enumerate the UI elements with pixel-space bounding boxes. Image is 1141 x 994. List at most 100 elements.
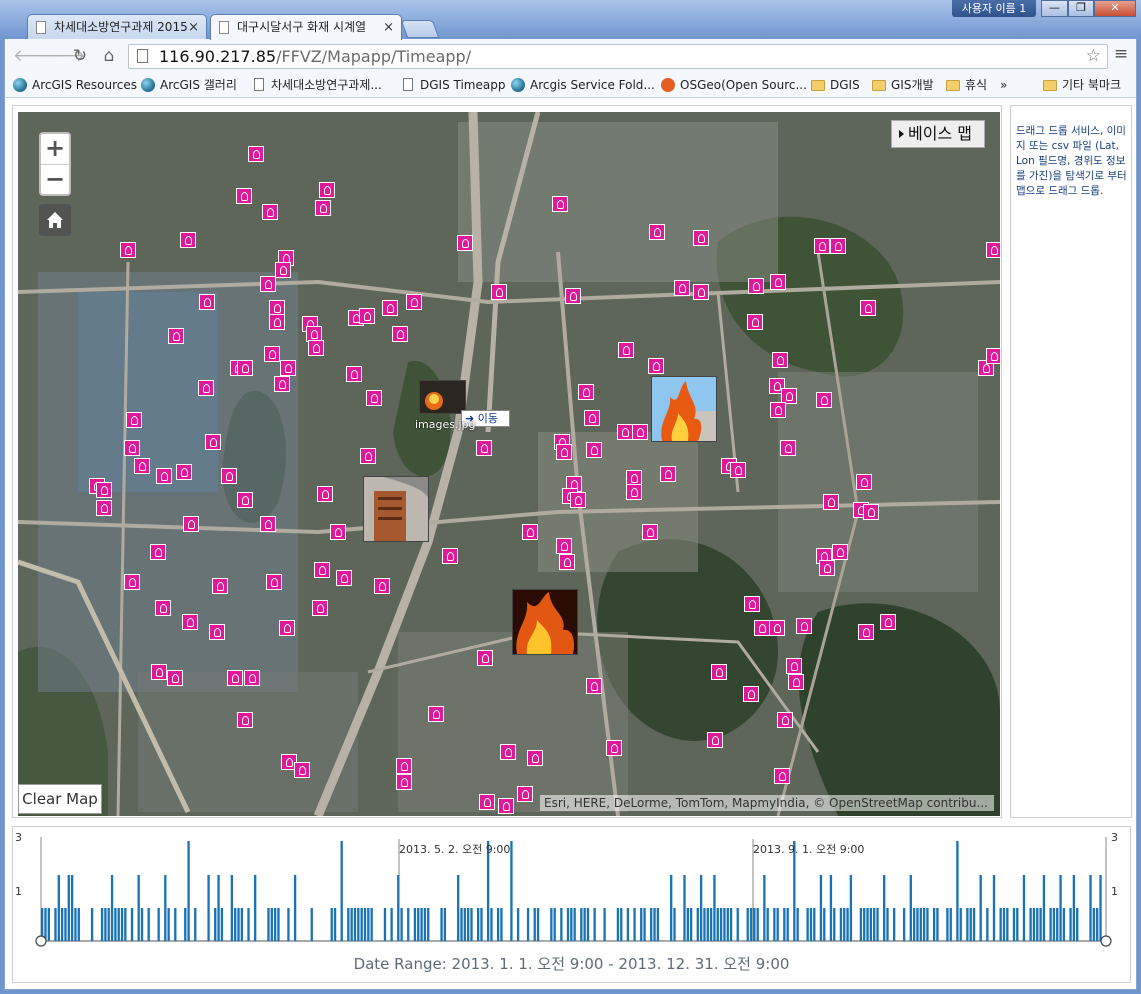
fire-marker-icon[interactable] [134,458,150,474]
fire-marker-icon[interactable] [275,262,291,278]
fire-marker-icon[interactable] [260,516,276,532]
fire-marker-icon[interactable] [359,308,375,324]
fire-marker-icon[interactable] [707,732,723,748]
fire-marker-icon[interactable] [788,674,804,690]
fire-marker-icon[interactable] [262,204,278,220]
fire-marker-icon[interactable] [796,618,812,634]
fire-marker-icon[interactable] [500,744,516,760]
fire-marker-icon[interactable] [176,464,192,480]
fire-marker-icon[interactable] [346,366,362,382]
fire-marker-icon[interactable] [237,360,253,376]
fire-marker-icon[interactable] [747,314,763,330]
fire-marker-icon[interactable] [221,468,237,484]
reload-icon[interactable]: ↻ [69,45,91,67]
bookmark-folder-rest[interactable]: 휴식 [946,77,987,93]
fire-marker-icon[interactable] [527,750,543,766]
zoom-out-button[interactable]: − [41,165,69,195]
fire-marker-icon[interactable] [477,650,493,666]
fire-marker-icon[interactable] [124,440,140,456]
fire-marker-icon[interactable] [151,664,167,680]
fire-marker-icon[interactable] [777,712,793,728]
tab-research-project[interactable]: 차세대소방연구과제 2015 × [27,14,207,39]
fire-marker-icon[interactable] [556,538,572,554]
fire-marker-icon[interactable] [860,300,876,316]
forward-icon[interactable]: 🡒 [40,45,86,67]
fire-marker-icon[interactable] [863,504,879,520]
home-extent-button[interactable] [39,204,71,236]
fire-marker-icon[interactable] [199,294,215,310]
fire-marker-icon[interactable] [660,466,676,482]
fire-marker-icon[interactable] [180,232,196,248]
fire-marker-icon[interactable] [442,548,458,564]
clear-map-button[interactable]: Clear Map [18,784,102,814]
fire-marker-icon[interactable] [266,574,282,590]
fire-marker-icon[interactable] [227,670,243,686]
home-icon[interactable]: ⌂ [98,45,120,67]
bookmark-research-project[interactable]: 차세대소방연구과제... [252,77,382,93]
fire-marker-icon[interactable] [606,740,622,756]
fire-marker-icon[interactable] [155,600,171,616]
basemap-toggle-button[interactable]: 베이스 맵 [891,120,985,148]
fire-marker-icon[interactable] [314,562,330,578]
fire-marker-icon[interactable] [823,494,839,510]
range-start-handle[interactable] [35,935,47,947]
bookmark-arcgis-resources[interactable]: ArcGIS Resources [13,77,137,93]
fire-marker-icon[interactable] [182,614,198,630]
fire-marker-icon[interactable] [491,284,507,300]
fire-marker-icon[interactable] [294,762,310,778]
fire-marker-icon[interactable] [819,560,835,576]
fire-marker-icon[interactable] [858,624,874,640]
fire-marker-icon[interactable] [586,678,602,694]
fire-marker-icon[interactable] [312,600,328,616]
fire-marker-icon[interactable] [336,570,352,586]
fire-marker-icon[interactable] [674,280,690,296]
close-icon[interactable]: × [383,15,394,40]
fire-marker-icon[interactable] [366,390,382,406]
fire-marker-icon[interactable] [986,348,1000,364]
fire-marker-icon[interactable] [769,620,785,636]
fire-marker-icon[interactable] [198,380,214,396]
fire-marker-icon[interactable] [632,424,648,440]
maximize-button[interactable]: ❐ [1068,0,1094,17]
fire-marker-icon[interactable] [382,300,398,316]
fire-marker-icon[interactable] [522,524,538,540]
fire-marker-icon[interactable] [556,444,572,460]
fire-marker-icon[interactable] [832,544,848,560]
close-icon[interactable]: × [188,15,199,39]
fire-marker-icon[interactable] [772,352,788,368]
fire-marker-icon[interactable] [786,658,802,674]
bookmark-star-icon[interactable]: ☆ [1086,45,1101,68]
fire-marker-icon[interactable] [565,288,581,304]
bookmark-folder-other[interactable]: 기타 북마크 [1043,77,1121,93]
fire-marker-icon[interactable] [498,798,514,814]
fire-marker-icon[interactable] [406,294,422,310]
bookmark-dgis-timeapp[interactable]: DGIS Timeapp [401,77,505,93]
fire-marker-icon[interactable] [816,392,832,408]
menu-icon[interactable]: ≡ [1112,45,1130,63]
fire-marker-icon[interactable] [626,484,642,500]
fire-marker-icon[interactable] [517,786,533,802]
fire-marker-icon[interactable] [570,492,586,508]
back-icon[interactable]: 🡐 [13,45,59,67]
fire-marker-icon[interactable] [156,468,172,484]
close-window-button[interactable]: ✕ [1094,0,1136,17]
fire-marker-icon[interactable] [248,146,264,162]
fire-marker-icon[interactable] [774,768,790,784]
fire-marker-icon[interactable] [392,326,408,342]
bookmark-folder-gis-dev[interactable]: GIS개발 [872,77,934,93]
fire-marker-icon[interactable] [280,360,296,376]
fire-marker-icon[interactable] [237,712,253,728]
fire-marker-icon[interactable] [274,376,290,392]
fire-marker-icon[interactable] [754,620,770,636]
fire-marker-icon[interactable] [150,544,166,560]
fire-marker-icon[interactable] [559,554,575,570]
fire-marker-icon[interactable] [711,664,727,680]
fire-marker-icon[interactable] [743,686,759,702]
fire-marker-icon[interactable] [205,434,221,450]
fire-marker-icon[interactable] [552,196,568,212]
fire-marker-icon[interactable] [269,314,285,330]
fire-marker-icon[interactable] [396,774,412,790]
bookmark-osgeo[interactable]: OSGeo(Open Sourc... [661,77,807,93]
bookmarks-overflow-button[interactable]: » [1000,77,1007,93]
fire-marker-icon[interactable] [360,448,376,464]
